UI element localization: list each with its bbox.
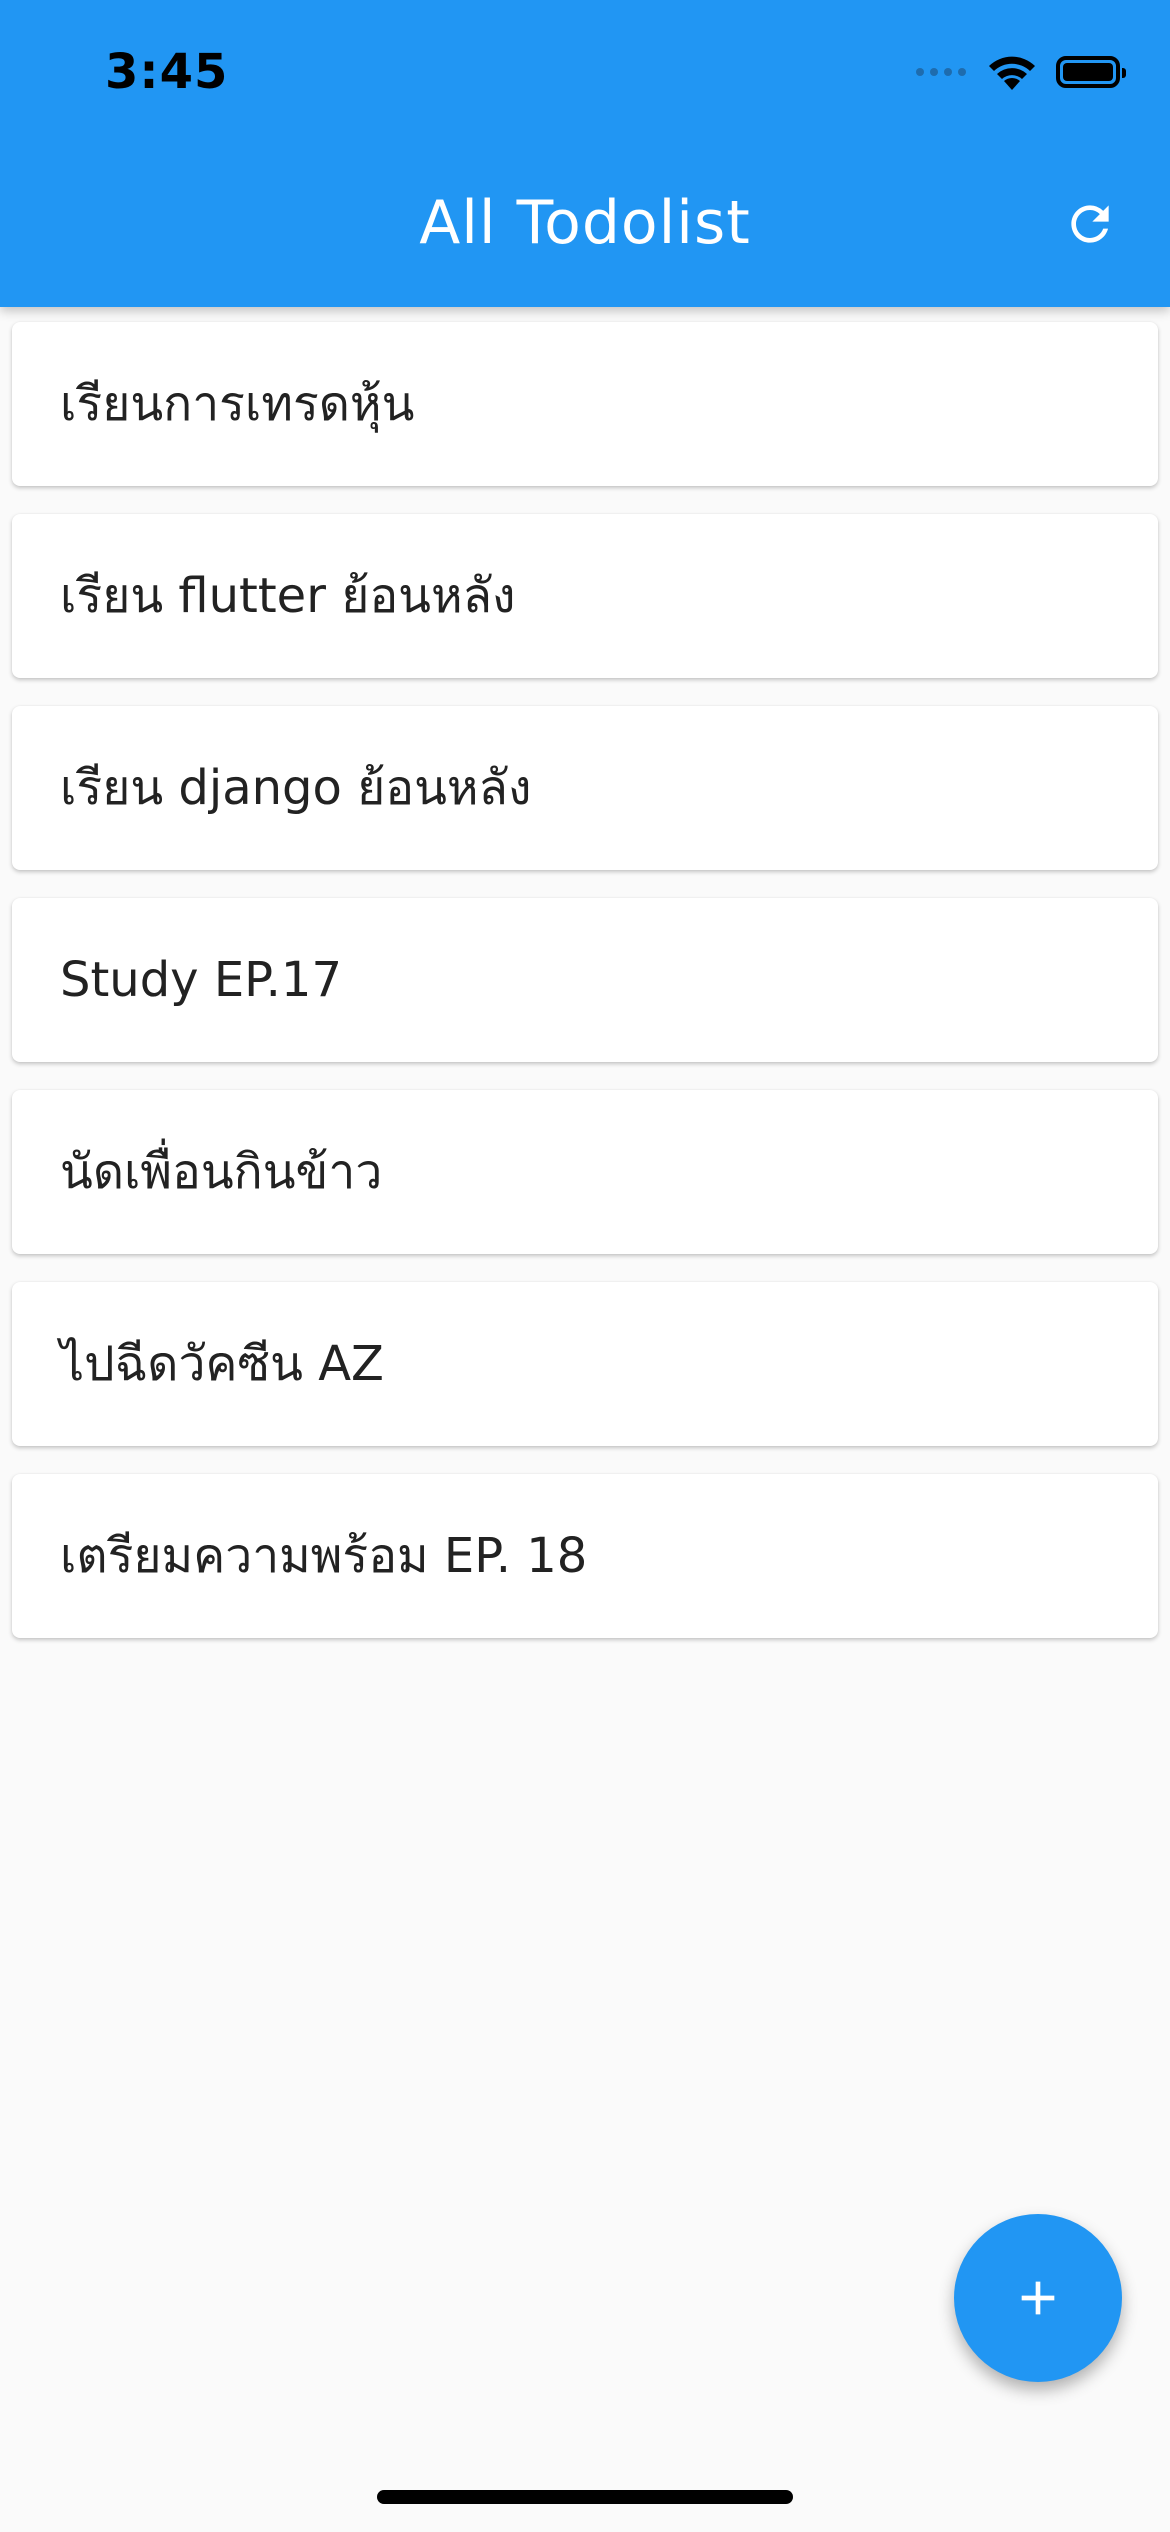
status-icons <box>916 52 1126 92</box>
refresh-icon <box>1071 205 1109 243</box>
app-bar: 3:45 All Todolist <box>0 0 1170 307</box>
todo-item[interactable]: เรียน django ย้อนหลัง <box>12 706 1158 870</box>
wifi-icon <box>989 56 1035 90</box>
todo-item[interactable]: เตรียมความพร้อม EP. 18 <box>12 1474 1158 1638</box>
add-todo-button[interactable] <box>954 2214 1122 2382</box>
battery-icon <box>1056 56 1126 88</box>
todo-item[interactable]: นัดเพื่อนกินข้าว <box>12 1090 1158 1254</box>
cellular-signal-icon <box>916 68 966 76</box>
todo-item-title: เรียน django ย้อนหลัง <box>60 760 532 816</box>
todo-item-title: เรียน flutter ย้อนหลัง <box>60 568 516 624</box>
todo-item-title: นัดเพื่อนกินข้าว <box>60 1144 383 1200</box>
todo-item-title: Study EP.17 <box>60 952 342 1008</box>
todo-item-title: เตรียมความพร้อม EP. 18 <box>60 1528 588 1584</box>
todo-item[interactable]: เรียน flutter ย้อนหลัง <box>12 514 1158 678</box>
page-title: All Todolist <box>419 188 751 258</box>
todo-item-title: ไปฉีดวัคซีน AZ <box>60 1336 384 1392</box>
todo-item[interactable]: ไปฉีดวัคซีน AZ <box>12 1282 1158 1446</box>
status-time: 3:45 <box>105 44 229 100</box>
home-indicator[interactable] <box>377 2490 793 2504</box>
todo-list: เรียนการเทรดหุ้น เรียน flutter ย้อนหลัง … <box>12 322 1158 1666</box>
plus-icon <box>1021 2281 1055 2315</box>
todo-item[interactable]: เรียนการเทรดหุ้น <box>12 322 1158 486</box>
refresh-button[interactable] <box>1050 184 1130 264</box>
todo-item[interactable]: Study EP.17 <box>12 898 1158 1062</box>
todo-item-title: เรียนการเทรดหุ้น <box>60 376 415 432</box>
